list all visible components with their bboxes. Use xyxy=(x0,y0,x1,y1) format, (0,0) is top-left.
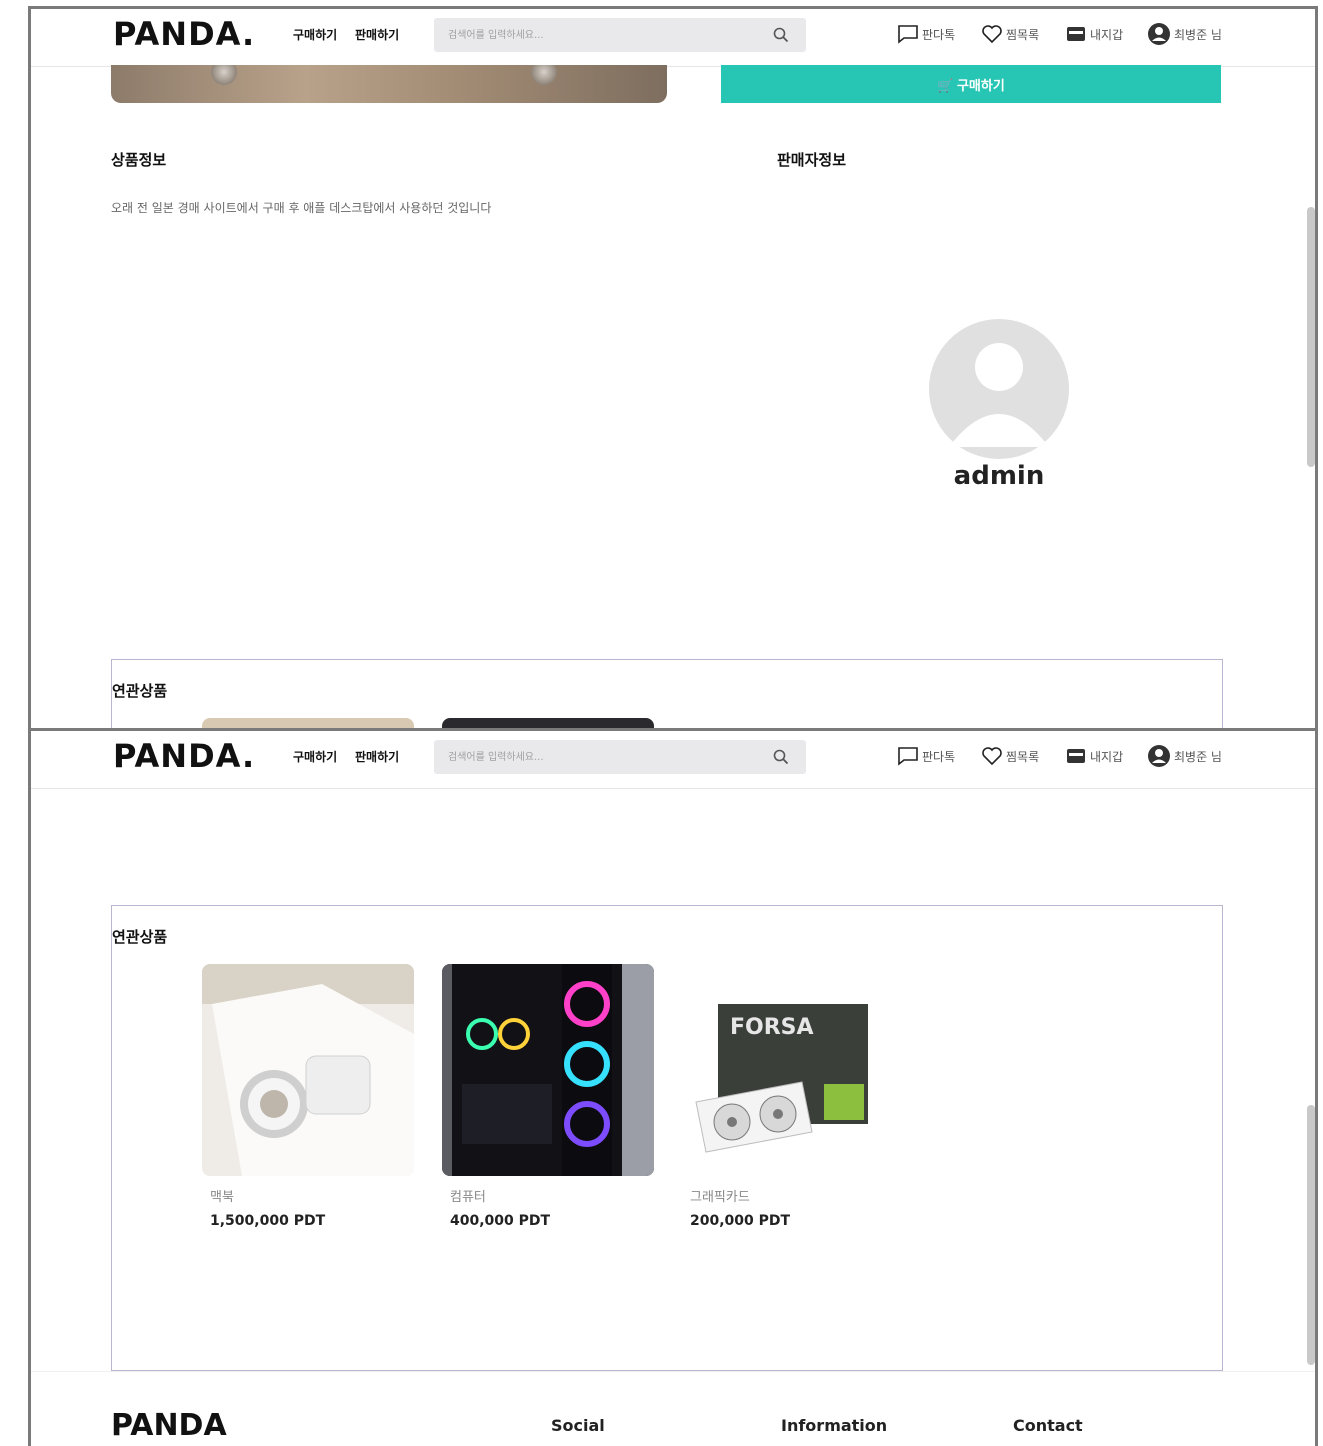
panda-talk-link[interactable]: 판다톡 xyxy=(897,742,955,770)
nav-sell-link[interactable]: 판매하기 xyxy=(355,26,399,43)
svg-text:FORSA: FORSA xyxy=(730,1015,814,1040)
wallet-label: 내지갑 xyxy=(1090,749,1124,764)
product-info-title: 상품정보 xyxy=(111,151,167,169)
related-product-card[interactable]: FORSA 그래픽카드 200,000 PDT xyxy=(682,964,894,1229)
related-products-box: 연관상품 xyxy=(111,659,1223,728)
product-price: 200,000 PDT xyxy=(690,1213,791,1229)
logo[interactable]: PANDA. xyxy=(113,15,255,53)
wallet-icon xyxy=(1067,749,1085,763)
nav-buy-link[interactable]: 구매하기 xyxy=(293,748,337,765)
wallet-link[interactable]: 내지갑 xyxy=(1065,20,1123,48)
panda-talk-label: 판다톡 xyxy=(922,749,956,764)
header: PANDA. 구매하기 판매하기 판다톡 찜목록 내지갑 최병준 님 xyxy=(31,731,1315,789)
footer-information-heading: Information xyxy=(781,1416,888,1435)
related-products-box: 연관상품 맥북 1,500,000 PDT 컴퓨터 400,000 PDT FO… xyxy=(111,905,1223,1371)
seller-name[interactable]: admin xyxy=(929,461,1069,491)
wallet-icon xyxy=(1067,27,1085,41)
product-name: 컴퓨터 xyxy=(450,1190,486,1205)
panda-talk-label: 판다톡 xyxy=(922,27,956,42)
panda-talk-link[interactable]: 판다톡 xyxy=(897,20,955,48)
wallet-label: 내지갑 xyxy=(1090,27,1124,42)
search-input[interactable] xyxy=(446,18,766,52)
header: PANDA. 구매하기 판매하기 판다톡 찜목록 내지갑 최병준 님 xyxy=(31,9,1315,67)
related-products-title: 연관상품 xyxy=(112,682,168,700)
product-thumbnail[interactable] xyxy=(442,964,654,1176)
product-price: 1,500,000 PDT xyxy=(210,1213,326,1229)
logo[interactable]: PANDA. xyxy=(113,737,255,775)
search-input[interactable] xyxy=(446,740,766,774)
search-icon[interactable] xyxy=(772,26,790,44)
chat-icon xyxy=(898,747,918,766)
product-price: 400,000 PDT xyxy=(450,1213,551,1229)
avatar-icon xyxy=(949,343,1049,447)
wishlist-link[interactable]: 찜목록 xyxy=(981,742,1039,770)
search-box xyxy=(434,740,806,774)
footer-logo[interactable]: PANDA xyxy=(111,1408,227,1443)
user-icon xyxy=(1148,23,1170,45)
user-icon xyxy=(1148,745,1170,767)
product-image xyxy=(111,65,667,103)
nav-buy-link[interactable]: 구매하기 xyxy=(293,26,337,43)
related-thumb-peek xyxy=(202,718,414,728)
footer-contact-heading: Contact xyxy=(1013,1416,1083,1435)
product-thumbnail[interactable] xyxy=(202,964,414,1176)
nav-sell-link[interactable]: 판매하기 xyxy=(355,748,399,765)
user-name: 최병준 님 xyxy=(1174,27,1222,42)
chat-icon xyxy=(898,25,918,44)
related-thumb-peek xyxy=(442,718,654,728)
user-name: 최병준 님 xyxy=(1174,749,1222,764)
seller-avatar[interactable] xyxy=(929,319,1069,459)
wishlist-label: 찜목록 xyxy=(1006,749,1040,764)
search-icon[interactable] xyxy=(772,748,790,766)
wishlist-label: 찜목록 xyxy=(1006,27,1040,42)
footer: PANDA Social Information Contact xyxy=(31,1371,1315,1446)
buy-button[interactable]: 🛒 구매하기 xyxy=(721,65,1221,103)
user-menu[interactable]: 최병준 님 xyxy=(1147,20,1222,48)
related-product-card[interactable]: 컴퓨터 400,000 PDT xyxy=(442,964,654,1229)
seller-info-title: 판매자정보 xyxy=(777,151,847,169)
user-menu[interactable]: 최병준 님 xyxy=(1147,742,1222,770)
scrollbar[interactable] xyxy=(1307,1105,1315,1365)
wishlist-link[interactable]: 찜목록 xyxy=(981,20,1039,48)
product-name: 그래픽카드 xyxy=(690,1190,750,1205)
screenshot-bottom: PANDA. 구매하기 판매하기 판다톡 찜목록 내지갑 최병준 님 연관상품 xyxy=(28,728,1318,1446)
heart-icon xyxy=(982,747,1002,766)
heart-icon xyxy=(982,25,1002,44)
related-product-card[interactable]: 맥북 1,500,000 PDT xyxy=(202,964,414,1229)
product-thumbnail[interactable]: FORSA xyxy=(682,964,894,1176)
scrollbar[interactable] xyxy=(1307,207,1315,467)
wallet-link[interactable]: 내지갑 xyxy=(1065,742,1123,770)
related-products-title: 연관상품 xyxy=(112,928,168,946)
search-box xyxy=(434,18,806,52)
screenshot-top: PANDA. 구매하기 판매하기 판다톡 찜목록 내지갑 최병준 님 xyxy=(28,6,1318,728)
product-name: 맥북 xyxy=(210,1190,234,1205)
product-description: 오래 전 일본 경매 사이트에서 구매 후 애플 데스크탑에서 사용하던 것입니… xyxy=(111,201,492,215)
footer-social-heading: Social xyxy=(551,1416,605,1435)
